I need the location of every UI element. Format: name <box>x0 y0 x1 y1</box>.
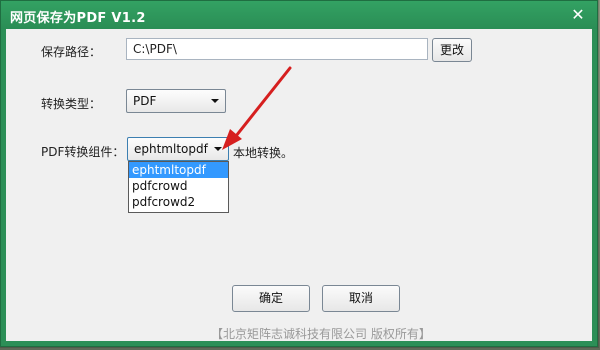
title-bar[interactable]: 网页保存为PDF V1.2 ✕ <box>1 1 597 29</box>
cancel-button[interactable]: 取消 <box>322 285 400 312</box>
dropdown-option[interactable]: pdfcrowd <box>129 178 228 194</box>
component-dropdown-list: ephtmltopdf pdfcrowd pdfcrowd2 <box>128 161 229 213</box>
save-path-input[interactable]: C:\PDF\ <box>126 38 428 60</box>
component-note: 本地转换。 <box>233 146 294 160</box>
dropdown-option[interactable]: ephtmltopdf <box>129 162 228 178</box>
window-title: 网页保存为PDF V1.2 <box>10 11 146 26</box>
chevron-down-icon <box>214 147 222 151</box>
convert-type-value: PDF <box>133 94 157 108</box>
app-window: 网页保存为PDF V1.2 ✕ 保存路径： C:\PDF\ 更改 转换类型： P… <box>0 0 598 347</box>
save-path-label: 保存路径： <box>41 45 102 59</box>
close-icon[interactable]: ✕ <box>567 5 589 25</box>
change-path-button[interactable]: 更改 <box>432 38 472 62</box>
convert-type-select[interactable]: PDF <box>126 89 226 113</box>
dropdown-option[interactable]: pdfcrowd2 <box>129 194 228 210</box>
copyright-footer: 【北京矩阵志诚科技有限公司 版权所有】 <box>211 327 431 341</box>
component-label: PDF转换组件： <box>41 145 125 159</box>
dialog-body: 保存路径： C:\PDF\ 更改 转换类型： PDF PDF转换组件： epht… <box>6 29 592 341</box>
chevron-down-icon <box>211 99 219 103</box>
component-value: ephtmltopdf <box>134 142 208 156</box>
component-select[interactable]: ephtmltopdf <box>127 137 229 161</box>
convert-type-label: 转换类型： <box>41 97 102 111</box>
ok-button[interactable]: 确定 <box>232 285 310 312</box>
